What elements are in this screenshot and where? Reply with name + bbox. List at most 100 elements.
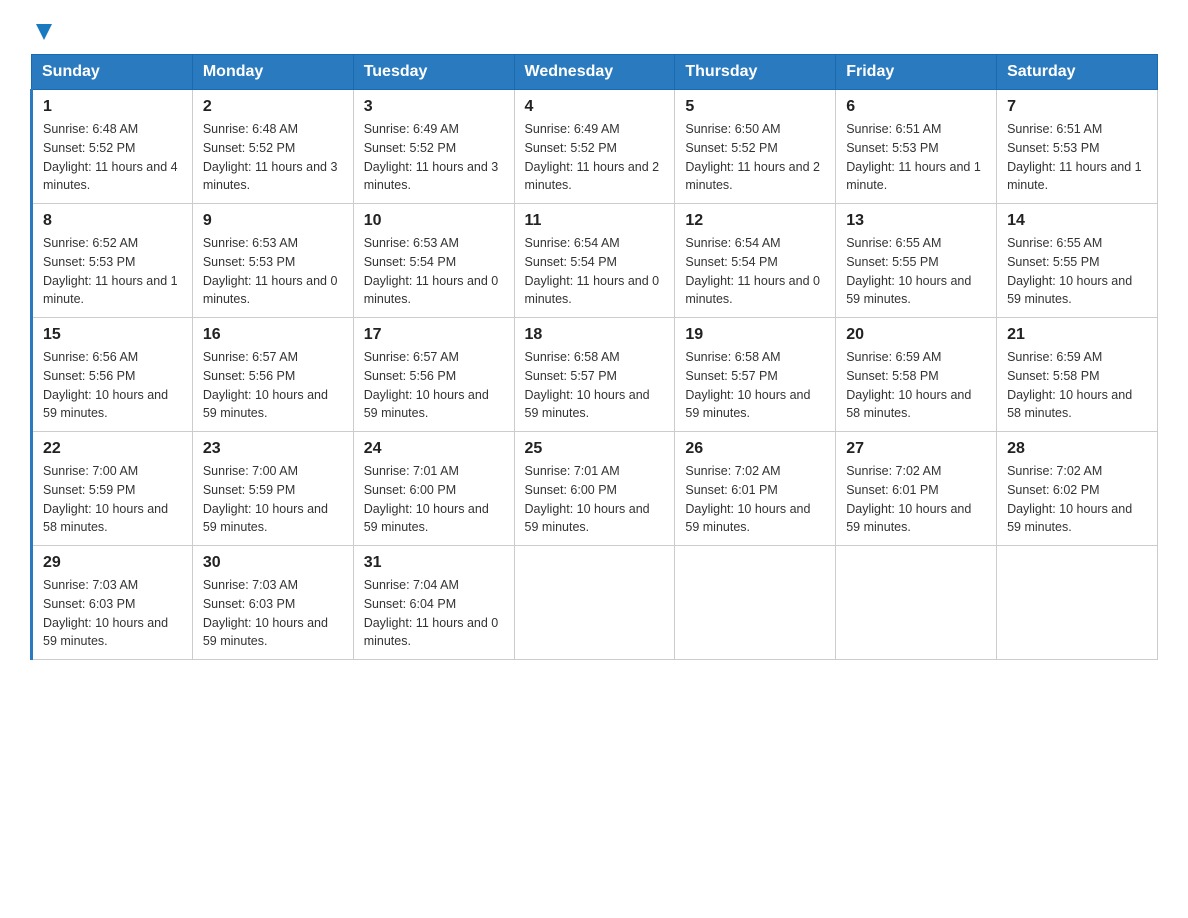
calendar-day-header: Saturday — [997, 55, 1158, 90]
calendar-week-row: 29 Sunrise: 7:03 AM Sunset: 6:03 PM Dayl… — [32, 546, 1158, 660]
calendar-cell: 22 Sunrise: 7:00 AM Sunset: 5:59 PM Dayl… — [32, 432, 193, 546]
calendar-cell: 17 Sunrise: 6:57 AM Sunset: 5:56 PM Dayl… — [353, 318, 514, 432]
day-info: Sunrise: 6:50 AM Sunset: 5:52 PM Dayligh… — [685, 120, 825, 195]
page-header — [30, 20, 1158, 44]
day-info: Sunrise: 6:48 AM Sunset: 5:52 PM Dayligh… — [43, 120, 182, 195]
day-number: 31 — [364, 554, 504, 572]
logo — [30, 20, 56, 44]
calendar-cell: 31 Sunrise: 7:04 AM Sunset: 6:04 PM Dayl… — [353, 546, 514, 660]
day-number: 13 — [846, 212, 986, 230]
day-number: 15 — [43, 326, 182, 344]
calendar-week-row: 1 Sunrise: 6:48 AM Sunset: 5:52 PM Dayli… — [32, 90, 1158, 204]
day-info: Sunrise: 6:53 AM Sunset: 5:54 PM Dayligh… — [364, 234, 504, 309]
calendar-cell: 18 Sunrise: 6:58 AM Sunset: 5:57 PM Dayl… — [514, 318, 675, 432]
day-info: Sunrise: 7:01 AM Sunset: 6:00 PM Dayligh… — [364, 462, 504, 537]
day-number: 1 — [43, 98, 182, 116]
calendar-cell: 12 Sunrise: 6:54 AM Sunset: 5:54 PM Dayl… — [675, 204, 836, 318]
calendar-cell: 6 Sunrise: 6:51 AM Sunset: 5:53 PM Dayli… — [836, 90, 997, 204]
calendar-cell: 7 Sunrise: 6:51 AM Sunset: 5:53 PM Dayli… — [997, 90, 1158, 204]
day-info: Sunrise: 6:52 AM Sunset: 5:53 PM Dayligh… — [43, 234, 182, 309]
day-info: Sunrise: 6:58 AM Sunset: 5:57 PM Dayligh… — [685, 348, 825, 423]
day-number: 27 — [846, 440, 986, 458]
day-info: Sunrise: 6:51 AM Sunset: 5:53 PM Dayligh… — [846, 120, 986, 195]
day-info: Sunrise: 6:48 AM Sunset: 5:52 PM Dayligh… — [203, 120, 343, 195]
calendar-cell: 28 Sunrise: 7:02 AM Sunset: 6:02 PM Dayl… — [997, 432, 1158, 546]
day-number: 24 — [364, 440, 504, 458]
day-number: 18 — [525, 326, 665, 344]
day-number: 17 — [364, 326, 504, 344]
calendar-day-header: Friday — [836, 55, 997, 90]
calendar-cell: 14 Sunrise: 6:55 AM Sunset: 5:55 PM Dayl… — [997, 204, 1158, 318]
calendar-cell — [514, 546, 675, 660]
calendar-table: SundayMondayTuesdayWednesdayThursdayFrid… — [30, 54, 1158, 660]
day-number: 28 — [1007, 440, 1147, 458]
calendar-day-header: Sunday — [32, 55, 193, 90]
day-info: Sunrise: 7:03 AM Sunset: 6:03 PM Dayligh… — [43, 576, 182, 651]
day-number: 29 — [43, 554, 182, 572]
calendar-day-header: Tuesday — [353, 55, 514, 90]
day-number: 20 — [846, 326, 986, 344]
day-number: 7 — [1007, 98, 1147, 116]
day-info: Sunrise: 6:54 AM Sunset: 5:54 PM Dayligh… — [525, 234, 665, 309]
day-info: Sunrise: 7:04 AM Sunset: 6:04 PM Dayligh… — [364, 576, 504, 651]
calendar-day-header: Wednesday — [514, 55, 675, 90]
day-number: 22 — [43, 440, 182, 458]
day-info: Sunrise: 7:00 AM Sunset: 5:59 PM Dayligh… — [43, 462, 182, 537]
calendar-cell: 23 Sunrise: 7:00 AM Sunset: 5:59 PM Dayl… — [192, 432, 353, 546]
day-number: 19 — [685, 326, 825, 344]
day-number: 3 — [364, 98, 504, 116]
calendar-week-row: 15 Sunrise: 6:56 AM Sunset: 5:56 PM Dayl… — [32, 318, 1158, 432]
day-number: 2 — [203, 98, 343, 116]
calendar-cell: 26 Sunrise: 7:02 AM Sunset: 6:01 PM Dayl… — [675, 432, 836, 546]
day-info: Sunrise: 7:02 AM Sunset: 6:01 PM Dayligh… — [685, 462, 825, 537]
calendar-cell: 2 Sunrise: 6:48 AM Sunset: 5:52 PM Dayli… — [192, 90, 353, 204]
day-number: 9 — [203, 212, 343, 230]
calendar-cell — [675, 546, 836, 660]
day-info: Sunrise: 7:00 AM Sunset: 5:59 PM Dayligh… — [203, 462, 343, 537]
day-number: 8 — [43, 212, 182, 230]
day-info: Sunrise: 6:57 AM Sunset: 5:56 PM Dayligh… — [364, 348, 504, 423]
calendar-cell: 11 Sunrise: 6:54 AM Sunset: 5:54 PM Dayl… — [514, 204, 675, 318]
day-number: 26 — [685, 440, 825, 458]
day-info: Sunrise: 7:03 AM Sunset: 6:03 PM Dayligh… — [203, 576, 343, 651]
calendar-cell — [997, 546, 1158, 660]
calendar-day-header: Thursday — [675, 55, 836, 90]
calendar-cell — [836, 546, 997, 660]
logo-triangle-icon — [32, 20, 56, 44]
calendar-cell: 8 Sunrise: 6:52 AM Sunset: 5:53 PM Dayli… — [32, 204, 193, 318]
day-info: Sunrise: 6:59 AM Sunset: 5:58 PM Dayligh… — [1007, 348, 1147, 423]
day-number: 11 — [525, 212, 665, 230]
day-number: 30 — [203, 554, 343, 572]
calendar-cell: 5 Sunrise: 6:50 AM Sunset: 5:52 PM Dayli… — [675, 90, 836, 204]
calendar-cell: 3 Sunrise: 6:49 AM Sunset: 5:52 PM Dayli… — [353, 90, 514, 204]
day-info: Sunrise: 7:01 AM Sunset: 6:00 PM Dayligh… — [525, 462, 665, 537]
day-number: 10 — [364, 212, 504, 230]
calendar-header-row: SundayMondayTuesdayWednesdayThursdayFrid… — [32, 55, 1158, 90]
day-info: Sunrise: 6:59 AM Sunset: 5:58 PM Dayligh… — [846, 348, 986, 423]
calendar-cell: 1 Sunrise: 6:48 AM Sunset: 5:52 PM Dayli… — [32, 90, 193, 204]
day-info: Sunrise: 6:57 AM Sunset: 5:56 PM Dayligh… — [203, 348, 343, 423]
calendar-cell: 21 Sunrise: 6:59 AM Sunset: 5:58 PM Dayl… — [997, 318, 1158, 432]
day-info: Sunrise: 7:02 AM Sunset: 6:02 PM Dayligh… — [1007, 462, 1147, 537]
calendar-cell: 24 Sunrise: 7:01 AM Sunset: 6:00 PM Dayl… — [353, 432, 514, 546]
calendar-cell: 19 Sunrise: 6:58 AM Sunset: 5:57 PM Dayl… — [675, 318, 836, 432]
day-number: 12 — [685, 212, 825, 230]
day-info: Sunrise: 6:54 AM Sunset: 5:54 PM Dayligh… — [685, 234, 825, 309]
day-number: 25 — [525, 440, 665, 458]
calendar-cell: 16 Sunrise: 6:57 AM Sunset: 5:56 PM Dayl… — [192, 318, 353, 432]
day-info: Sunrise: 6:55 AM Sunset: 5:55 PM Dayligh… — [1007, 234, 1147, 309]
day-number: 21 — [1007, 326, 1147, 344]
day-info: Sunrise: 6:49 AM Sunset: 5:52 PM Dayligh… — [364, 120, 504, 195]
calendar-week-row: 22 Sunrise: 7:00 AM Sunset: 5:59 PM Dayl… — [32, 432, 1158, 546]
calendar-week-row: 8 Sunrise: 6:52 AM Sunset: 5:53 PM Dayli… — [32, 204, 1158, 318]
day-number: 5 — [685, 98, 825, 116]
calendar-cell: 25 Sunrise: 7:01 AM Sunset: 6:00 PM Dayl… — [514, 432, 675, 546]
day-number: 16 — [203, 326, 343, 344]
day-info: Sunrise: 6:56 AM Sunset: 5:56 PM Dayligh… — [43, 348, 182, 423]
calendar-cell: 27 Sunrise: 7:02 AM Sunset: 6:01 PM Dayl… — [836, 432, 997, 546]
day-info: Sunrise: 6:58 AM Sunset: 5:57 PM Dayligh… — [525, 348, 665, 423]
day-info: Sunrise: 7:02 AM Sunset: 6:01 PM Dayligh… — [846, 462, 986, 537]
day-info: Sunrise: 6:49 AM Sunset: 5:52 PM Dayligh… — [525, 120, 665, 195]
calendar-day-header: Monday — [192, 55, 353, 90]
day-number: 14 — [1007, 212, 1147, 230]
